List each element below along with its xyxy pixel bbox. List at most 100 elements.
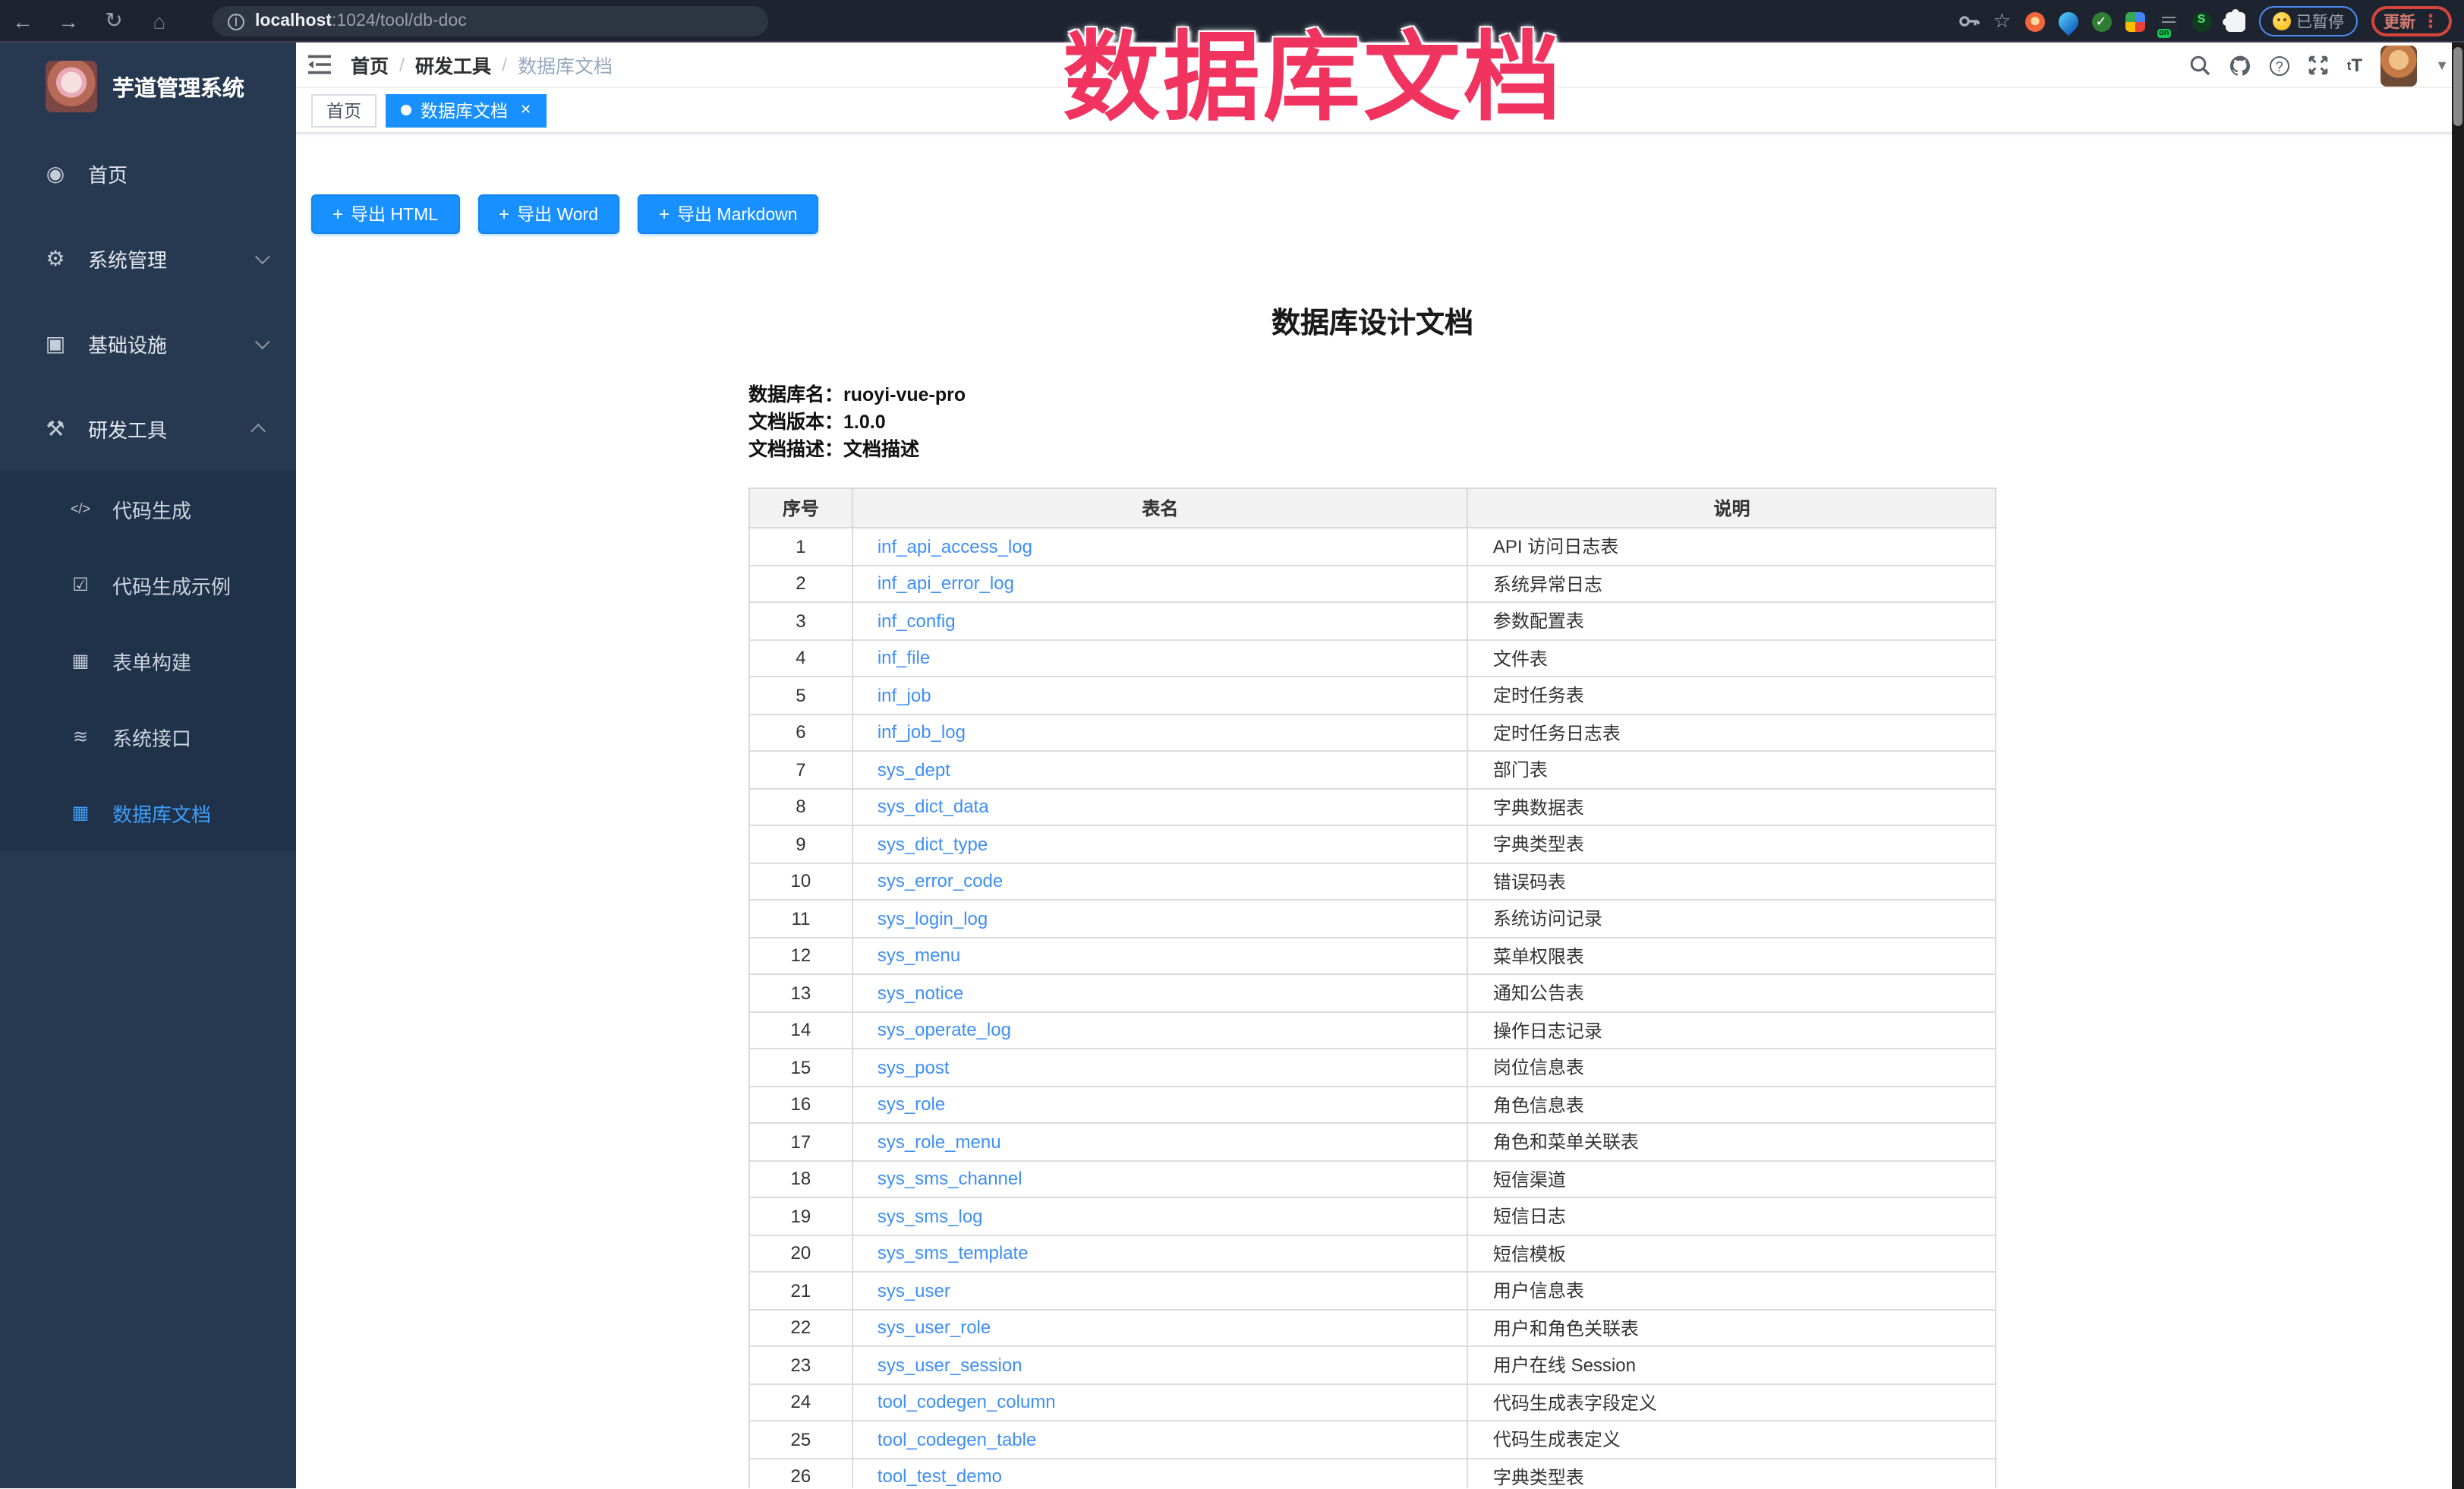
table-name-link[interactable]: sys_error_code [878,871,1003,892]
cell-description: 菜单权限表 [1468,937,1996,974]
cell-table-name: sys_menu [852,937,1468,974]
table-name-link[interactable]: inf_config [878,610,956,632]
address-bar[interactable]: i localhost:1024/tool/db-doc [213,6,768,36]
cell-description: 岗位信息表 [1468,1049,1996,1086]
cell-description: 参数配置表 [1468,602,1996,639]
export-button-导出-word[interactable]: +导出 Word [477,194,619,234]
table-name-link[interactable]: sys_sms_channel [878,1169,1022,1190]
cell-description: 用户和角色关联表 [1468,1309,1996,1346]
sidebar-item-数据库文档[interactable]: ▦数据库文档 [0,774,296,850]
sidebar-item-基础设施[interactable]: ▣基础设施 [0,301,296,386]
chevron-down-icon[interactable]: ▼ [2435,58,2449,73]
table-row: 4inf_file文件表 [749,639,1996,677]
password-key-icon[interactable] [1958,14,1980,29]
table-name-link[interactable]: sys_notice [878,983,963,1004]
close-icon[interactable]: ✕ [520,102,531,118]
export-button-导出-html[interactable]: +导出 HTML [311,194,459,234]
extension-icon[interactable] [2054,8,2082,36]
tab-数据库文档[interactable]: 数据库文档✕ [386,93,547,127]
cell-index: 8 [749,788,852,825]
extension-icon[interactable] [2091,11,2111,31]
extension-icon[interactable] [2191,11,2211,31]
cell-index: 12 [749,937,852,974]
cell-table-name: sys_operate_log [852,1011,1468,1049]
breadcrumb-item: 数据库文档 [518,50,613,79]
cell-table-name: tool_test_demo [852,1458,1468,1487]
cell-index: 11 [749,900,852,937]
button-label: 导出 Word [517,202,598,226]
paused-status-pill[interactable]: 已暂停 [2258,6,2358,36]
scrollbar-thumb[interactable] [2453,47,2462,126]
table-name-link[interactable]: sys_menu [878,945,960,967]
cell-index: 26 [749,1458,852,1487]
table-name-link[interactable]: inf_job_log [878,722,966,743]
table-name-link[interactable]: sys_role [878,1094,945,1115]
cell-description: 字典数据表 [1468,788,1996,825]
table-name-link[interactable]: sys_post [878,1057,950,1078]
browser-menu-icon[interactable]: ⋮ [2421,12,2440,30]
table-name-link[interactable]: sys_dept [878,759,950,781]
table-name-link[interactable]: inf_job [878,685,931,706]
font-size-icon[interactable]: tT [2347,55,2362,76]
table-name-link[interactable]: sys_user_session [878,1355,1022,1376]
browser-update-button[interactable]: 更新 ⋮ [2371,6,2452,36]
fullscreen-icon[interactable] [2308,55,2329,76]
table-name-link[interactable]: tool_test_demo [878,1466,1002,1487]
help-icon[interactable]: ? [2270,55,2289,75]
app-logo-row[interactable]: 芋道管理系统 [0,43,296,131]
extensions-puzzle-icon[interactable] [2225,11,2245,31]
cell-index: 15 [749,1049,852,1086]
url-text[interactable]: localhost:1024/tool/db-doc [255,12,467,30]
table-name-link[interactable]: sys_operate_log [878,1020,1011,1041]
sidebar-item-label: 代码生成 [112,494,191,523]
site-info-icon[interactable]: i [228,13,244,30]
table-name-link[interactable]: sys_sms_template [878,1243,1029,1264]
table-name-link[interactable]: sys_role_menu [878,1131,1001,1153]
chevron-down-icon [255,248,270,263]
table-row: 2inf_api_error_log系统异常日志 [749,565,1996,602]
collapse-sidebar-icon[interactable] [296,53,342,76]
table-name-link[interactable]: sys_user_role [878,1317,991,1339]
scrollbar-track[interactable] [2452,43,2464,1489]
back-icon[interactable]: ← [0,8,46,33]
cell-table-name: sys_role [852,1086,1468,1123]
table-name-link[interactable]: sys_dict_type [878,834,988,855]
cell-index: 14 [749,1011,852,1049]
extension-icon[interactable] [2024,11,2044,31]
sidebar-item-系统管理[interactable]: ⚙系统管理 [0,216,296,301]
sidebar-item-首页[interactable]: ◉首页 [0,131,296,216]
table-name-link[interactable]: tool_codegen_table [878,1429,1037,1450]
sidebar-item-代码生成[interactable]: </>代码生成 [0,471,296,547]
table-name-link[interactable]: sys_sms_log [878,1206,983,1227]
sidebar-item-label: 代码生成示例 [112,570,231,599]
sidebar-item-研发工具[interactable]: ⚒研发工具 [0,386,296,471]
table-name-link[interactable]: sys_login_log [878,908,988,929]
table-name-link[interactable]: sys_user [878,1280,950,1301]
breadcrumb-item[interactable]: 首页 [351,50,389,79]
cell-index: 2 [749,565,852,602]
home-icon[interactable]: ⌂ [137,8,182,33]
sidebar-item-代码生成示例[interactable]: ☑代码生成示例 [0,547,296,623]
table-name-link[interactable]: inf_api_access_log [878,536,1032,557]
export-button-导出-markdown[interactable]: +导出 Markdown [638,194,819,234]
table-name-link[interactable]: inf_api_error_log [878,573,1014,595]
breadcrumb-item[interactable]: 研发工具 [415,50,491,79]
cell-index: 20 [749,1235,852,1272]
search-icon[interactable] [2189,55,2210,76]
table-row: 16sys_role角色信息表 [749,1086,1996,1123]
extension-icon[interactable]: on [2158,11,2178,31]
sidebar-item-系统接口[interactable]: ≋系统接口 [0,699,296,774]
forward-icon[interactable]: → [46,8,91,33]
cell-table-name: sys_user [852,1272,1468,1309]
user-avatar[interactable] [2381,45,2417,86]
table-name-link[interactable]: tool_codegen_column [878,1392,1056,1413]
table-name-link[interactable]: inf_file [878,648,930,669]
sidebar-item-表单构建[interactable]: ▦表单构建 [0,623,296,699]
tab-首页[interactable]: 首页 [311,93,377,127]
extension-icon[interactable] [2125,11,2144,31]
bookmark-star-icon[interactable]: ☆ [1993,9,2011,33]
reload-icon[interactable]: ↻ [91,8,137,33]
button-label: 导出 Markdown [677,202,798,226]
github-icon[interactable] [2229,54,2251,77]
table-name-link[interactable]: sys_dict_data [878,797,989,818]
